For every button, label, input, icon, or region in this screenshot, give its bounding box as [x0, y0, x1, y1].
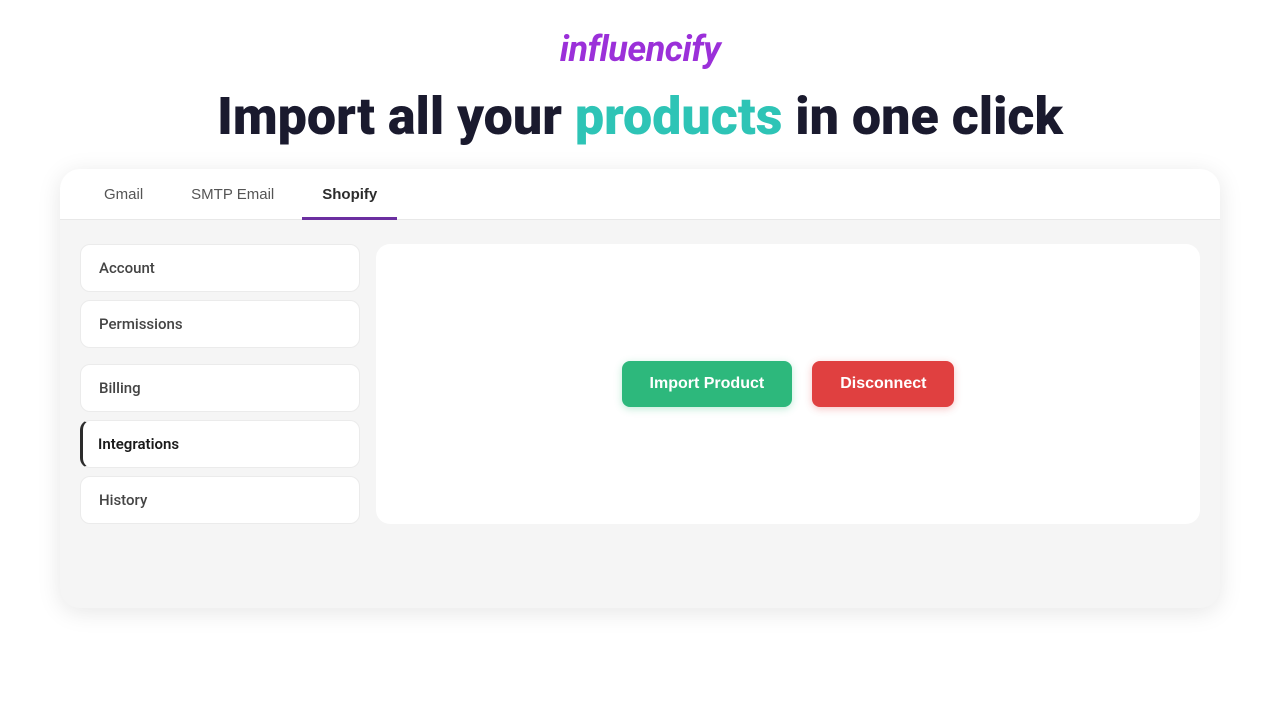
main-card: Gmail SMTP Email Shopify Account Permiss…: [60, 169, 1220, 608]
sidebar-item-account[interactable]: Account: [80, 244, 360, 292]
app-logo: influencify: [560, 28, 721, 70]
sidebar-group-top: Account Permissions: [80, 244, 360, 348]
disconnect-button[interactable]: Disconnect: [812, 361, 954, 407]
headline-part1: Import all your: [217, 86, 575, 147]
content-area: Account Permissions Billing Integrations…: [60, 220, 1220, 548]
sidebar-item-history[interactable]: History: [80, 476, 360, 524]
tabs-bar: Gmail SMTP Email Shopify: [60, 169, 1220, 220]
sidebar-item-permissions[interactable]: Permissions: [80, 300, 360, 348]
headline-highlight: products: [575, 86, 782, 147]
logo-area: influencify: [560, 28, 721, 70]
tab-gmail[interactable]: Gmail: [84, 170, 163, 220]
sidebar-item-integrations[interactable]: Integrations: [80, 420, 360, 468]
sidebar-item-billing[interactable]: Billing: [80, 364, 360, 412]
headline: Import all your products in one click: [217, 88, 1063, 145]
headline-part2: in one click: [782, 86, 1063, 147]
main-content-panel: Import Product Disconnect: [376, 244, 1200, 524]
import-product-button[interactable]: Import Product: [622, 361, 793, 407]
tab-smtp-email[interactable]: SMTP Email: [171, 170, 294, 220]
sidebar: Account Permissions Billing Integrations…: [80, 244, 360, 524]
tab-shopify[interactable]: Shopify: [302, 170, 397, 220]
